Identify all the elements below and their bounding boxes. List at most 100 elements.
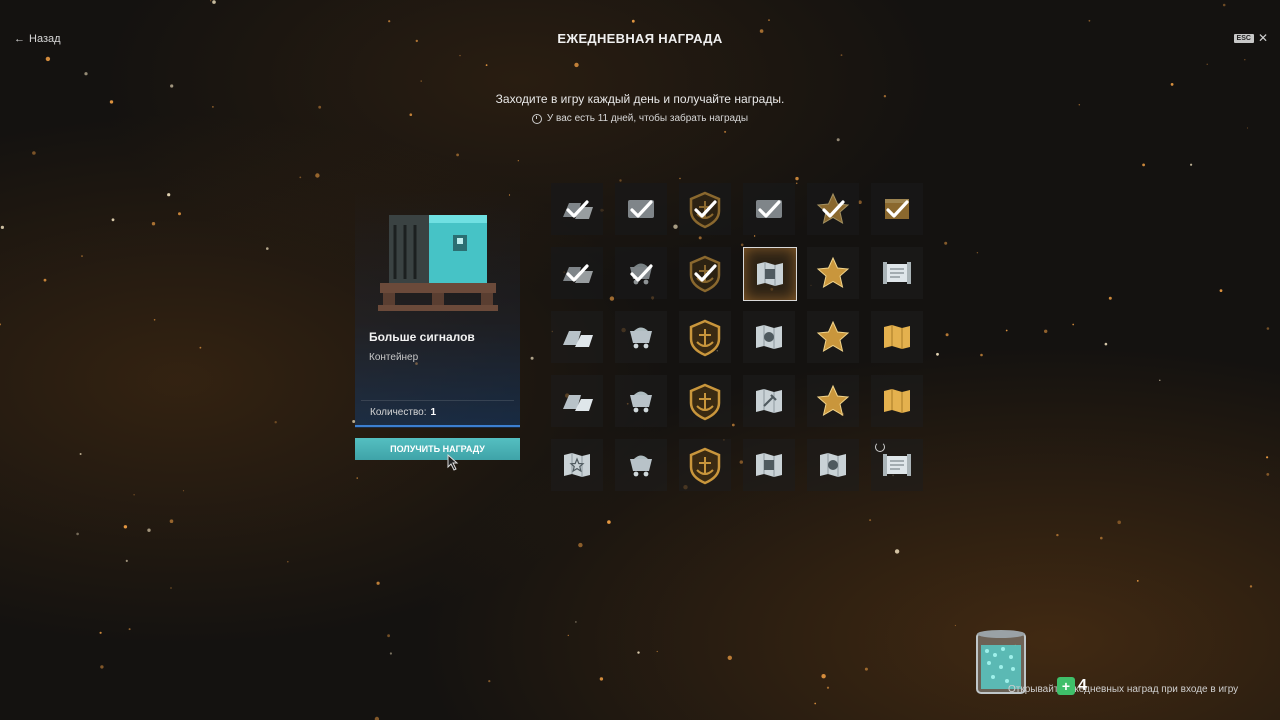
star-particle [151, 222, 156, 226]
silver-icon [551, 247, 603, 299]
reward-day-cell[interactable] [807, 439, 859, 491]
reward-day-cell[interactable] [871, 311, 923, 363]
star-icon [816, 320, 850, 353]
close-icon: ✕ [1257, 31, 1268, 45]
star-particle [356, 477, 358, 479]
star-particle [1219, 289, 1223, 292]
reward-day-cell[interactable] [679, 375, 731, 427]
star-particle [170, 84, 174, 88]
panel-accent-line [355, 425, 520, 427]
star-particle [170, 587, 172, 589]
star-particle [488, 680, 491, 683]
mine-cart-icon [615, 247, 667, 299]
reward-day-cell[interactable] [615, 183, 667, 235]
reward-quantity: Количество: 1 [370, 407, 436, 418]
star-particle [1249, 585, 1253, 588]
star-particle [1005, 329, 1008, 332]
star-particle [944, 241, 948, 245]
container-icon [615, 183, 667, 235]
star-particle [123, 525, 128, 529]
reward-day-cell[interactable] [615, 439, 667, 491]
star-particle [1246, 127, 1249, 129]
star-particle [954, 624, 957, 627]
reward-day-cell[interactable] [615, 311, 667, 363]
star-particle [578, 542, 583, 548]
reward-day-cell[interactable] [807, 311, 859, 363]
mouse-cursor-icon [447, 454, 459, 471]
reward-day-cell[interactable] [871, 375, 923, 427]
map-icon [564, 453, 590, 477]
star-particle [153, 319, 156, 321]
reward-day-cell[interactable] [615, 375, 667, 427]
star-particle [1100, 536, 1103, 540]
anchor-icon [689, 447, 721, 485]
star-particle [111, 218, 115, 222]
star-particle [125, 559, 128, 563]
star-particle [864, 667, 868, 671]
map-icon [756, 453, 782, 477]
star-particle [76, 532, 79, 536]
star-icon [816, 256, 850, 289]
reward-day-cell[interactable] [679, 311, 731, 363]
reward-day-cell[interactable] [743, 247, 797, 301]
reward-day-cell[interactable] [679, 183, 731, 235]
reward-day-cell[interactable] [679, 247, 731, 299]
star-particle [387, 634, 390, 638]
reward-day-cell[interactable] [551, 375, 603, 427]
mine-cart-icon [630, 455, 652, 477]
star-particle [1108, 296, 1112, 300]
star-particle [167, 193, 171, 197]
reward-day-cell[interactable] [743, 439, 795, 491]
star-particle [147, 528, 151, 532]
star-particle [169, 519, 174, 523]
star-particle [894, 549, 900, 554]
esc-key-icon: ESC [1233, 33, 1254, 43]
star-particle [1159, 379, 1161, 381]
star-particle [299, 176, 302, 179]
clock-icon [531, 113, 542, 124]
star-particle [698, 236, 702, 240]
star-particle [869, 519, 872, 522]
top-bar: ← Назад ЕЖЕДНЕВНАЯ НАГРАДА ESC ✕ [0, 0, 1280, 78]
scroll-icon [883, 262, 911, 284]
reward-day-cell[interactable] [871, 247, 923, 299]
silver-icon [551, 183, 603, 235]
gold-map-icon [884, 325, 910, 349]
reward-day-cell[interactable] [551, 439, 603, 491]
star-particle [607, 520, 611, 524]
star-particle [575, 621, 577, 623]
reward-day-cell[interactable] [743, 183, 795, 235]
reward-day-cell[interactable] [551, 247, 603, 299]
star-particle [274, 421, 277, 424]
reward-day-cell[interactable] [807, 247, 859, 299]
reward-day-cell[interactable] [807, 375, 859, 427]
star-particle [178, 212, 181, 216]
star-particle [976, 252, 979, 254]
plus-icon: + [1057, 677, 1075, 695]
star-particle [936, 352, 939, 356]
reward-day-cell[interactable] [551, 183, 603, 235]
bonus-badge: + 4 [1057, 677, 1087, 695]
reward-day-cell[interactable] [807, 183, 859, 235]
reward-day-cell[interactable] [871, 183, 923, 235]
star-particle [128, 628, 131, 631]
anchor-icon [679, 247, 731, 299]
intro-subtitle: Заходите в игру каждый день и получайте … [495, 92, 785, 106]
footer-text: Открывайте ежедневных наград при входе в… [1008, 684, 1239, 695]
divider [361, 400, 514, 401]
star-particle [679, 177, 681, 180]
star-particle [100, 665, 104, 669]
loading-icon [875, 442, 885, 452]
reward-day-cell[interactable] [615, 247, 667, 299]
container-crate-icon [378, 215, 498, 311]
reward-day-cell[interactable] [551, 311, 603, 363]
star-particle [1170, 83, 1174, 86]
close-button[interactable]: ESC ✕ [1233, 31, 1268, 45]
star-icon [816, 384, 850, 417]
reward-day-cell[interactable] [743, 311, 795, 363]
star-particle [1142, 163, 1145, 167]
document-icon [743, 183, 795, 235]
claim-reward-button[interactable]: ПОЛУЧИТЬ НАГРАДУ [355, 438, 520, 460]
reward-day-cell[interactable] [679, 439, 731, 491]
reward-day-cell[interactable] [743, 375, 795, 427]
